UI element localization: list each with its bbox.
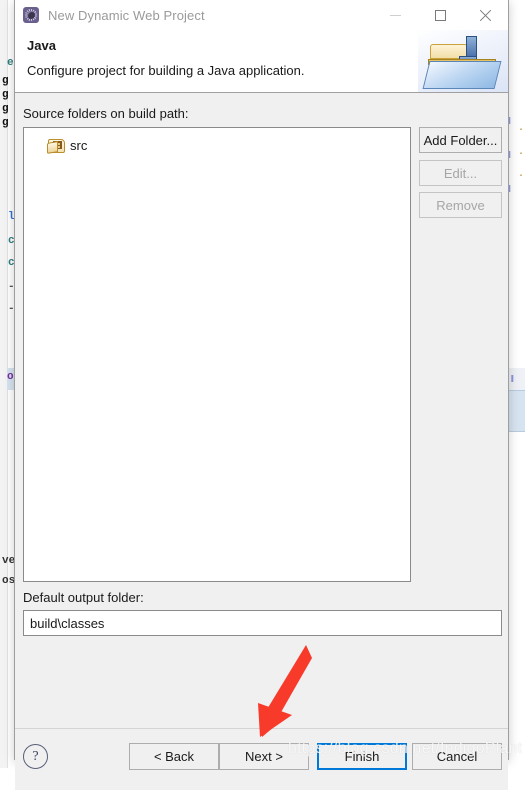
page-description: Configure project for building a Java ap… (27, 63, 305, 78)
source-folders-list[interactable]: src (23, 127, 411, 582)
close-icon (479, 9, 492, 22)
background-code-fragment: · (518, 150, 524, 160)
background-code-fragment: · (518, 126, 524, 136)
output-folder-input[interactable] (23, 610, 502, 636)
wizard-header: Java Configure project for building a Ja… (15, 30, 508, 93)
maximize-icon (435, 10, 446, 21)
wizard-body: Source folders on build path: src Add Fo… (15, 93, 508, 728)
finish-button[interactable]: Finish (317, 743, 407, 770)
back-button[interactable]: < Back (129, 743, 219, 770)
list-item-label: src (70, 138, 87, 153)
source-folder-icon (48, 139, 64, 152)
background-code-fragment: o (7, 372, 14, 383)
list-item[interactable]: src (24, 135, 410, 155)
window-controls (373, 0, 508, 30)
source-folders-label: Source folders on build path: (23, 106, 189, 121)
background-code-fragment: g (2, 76, 9, 87)
background-code-fragment: g (2, 118, 9, 129)
dialog-footer: ? < Back Next > Finish Cancel (15, 728, 508, 790)
add-folder-button[interactable]: Add Folder... (419, 127, 502, 153)
minimize-icon (390, 15, 401, 16)
new-dynamic-web-project-dialog: New Dynamic Web Project Java Configure p… (14, 0, 509, 760)
background-code-fragment: g (2, 104, 9, 115)
remove-button: Remove (419, 192, 502, 218)
background-code-fragment: g (2, 90, 9, 101)
page-title: Java (27, 38, 56, 53)
java-folder-banner-icon (418, 30, 508, 92)
dialog-titlebar[interactable]: New Dynamic Web Project (15, 0, 508, 30)
edit-button: Edit... (419, 160, 502, 186)
maximize-button[interactable] (418, 0, 463, 30)
eclipse-gear-icon (23, 7, 39, 23)
background-code-fragment: e (7, 58, 14, 69)
minimize-button[interactable] (373, 0, 418, 30)
close-button[interactable] (463, 0, 508, 30)
cancel-button[interactable]: Cancel (412, 743, 502, 770)
background-code-fragment: ‖ (511, 376, 514, 386)
next-button[interactable]: Next > (219, 743, 309, 770)
background-code-fragment: · (518, 172, 524, 182)
output-folder-label: Default output folder: (23, 590, 144, 605)
help-icon[interactable]: ? (23, 744, 48, 769)
window-title: New Dynamic Web Project (48, 8, 205, 23)
